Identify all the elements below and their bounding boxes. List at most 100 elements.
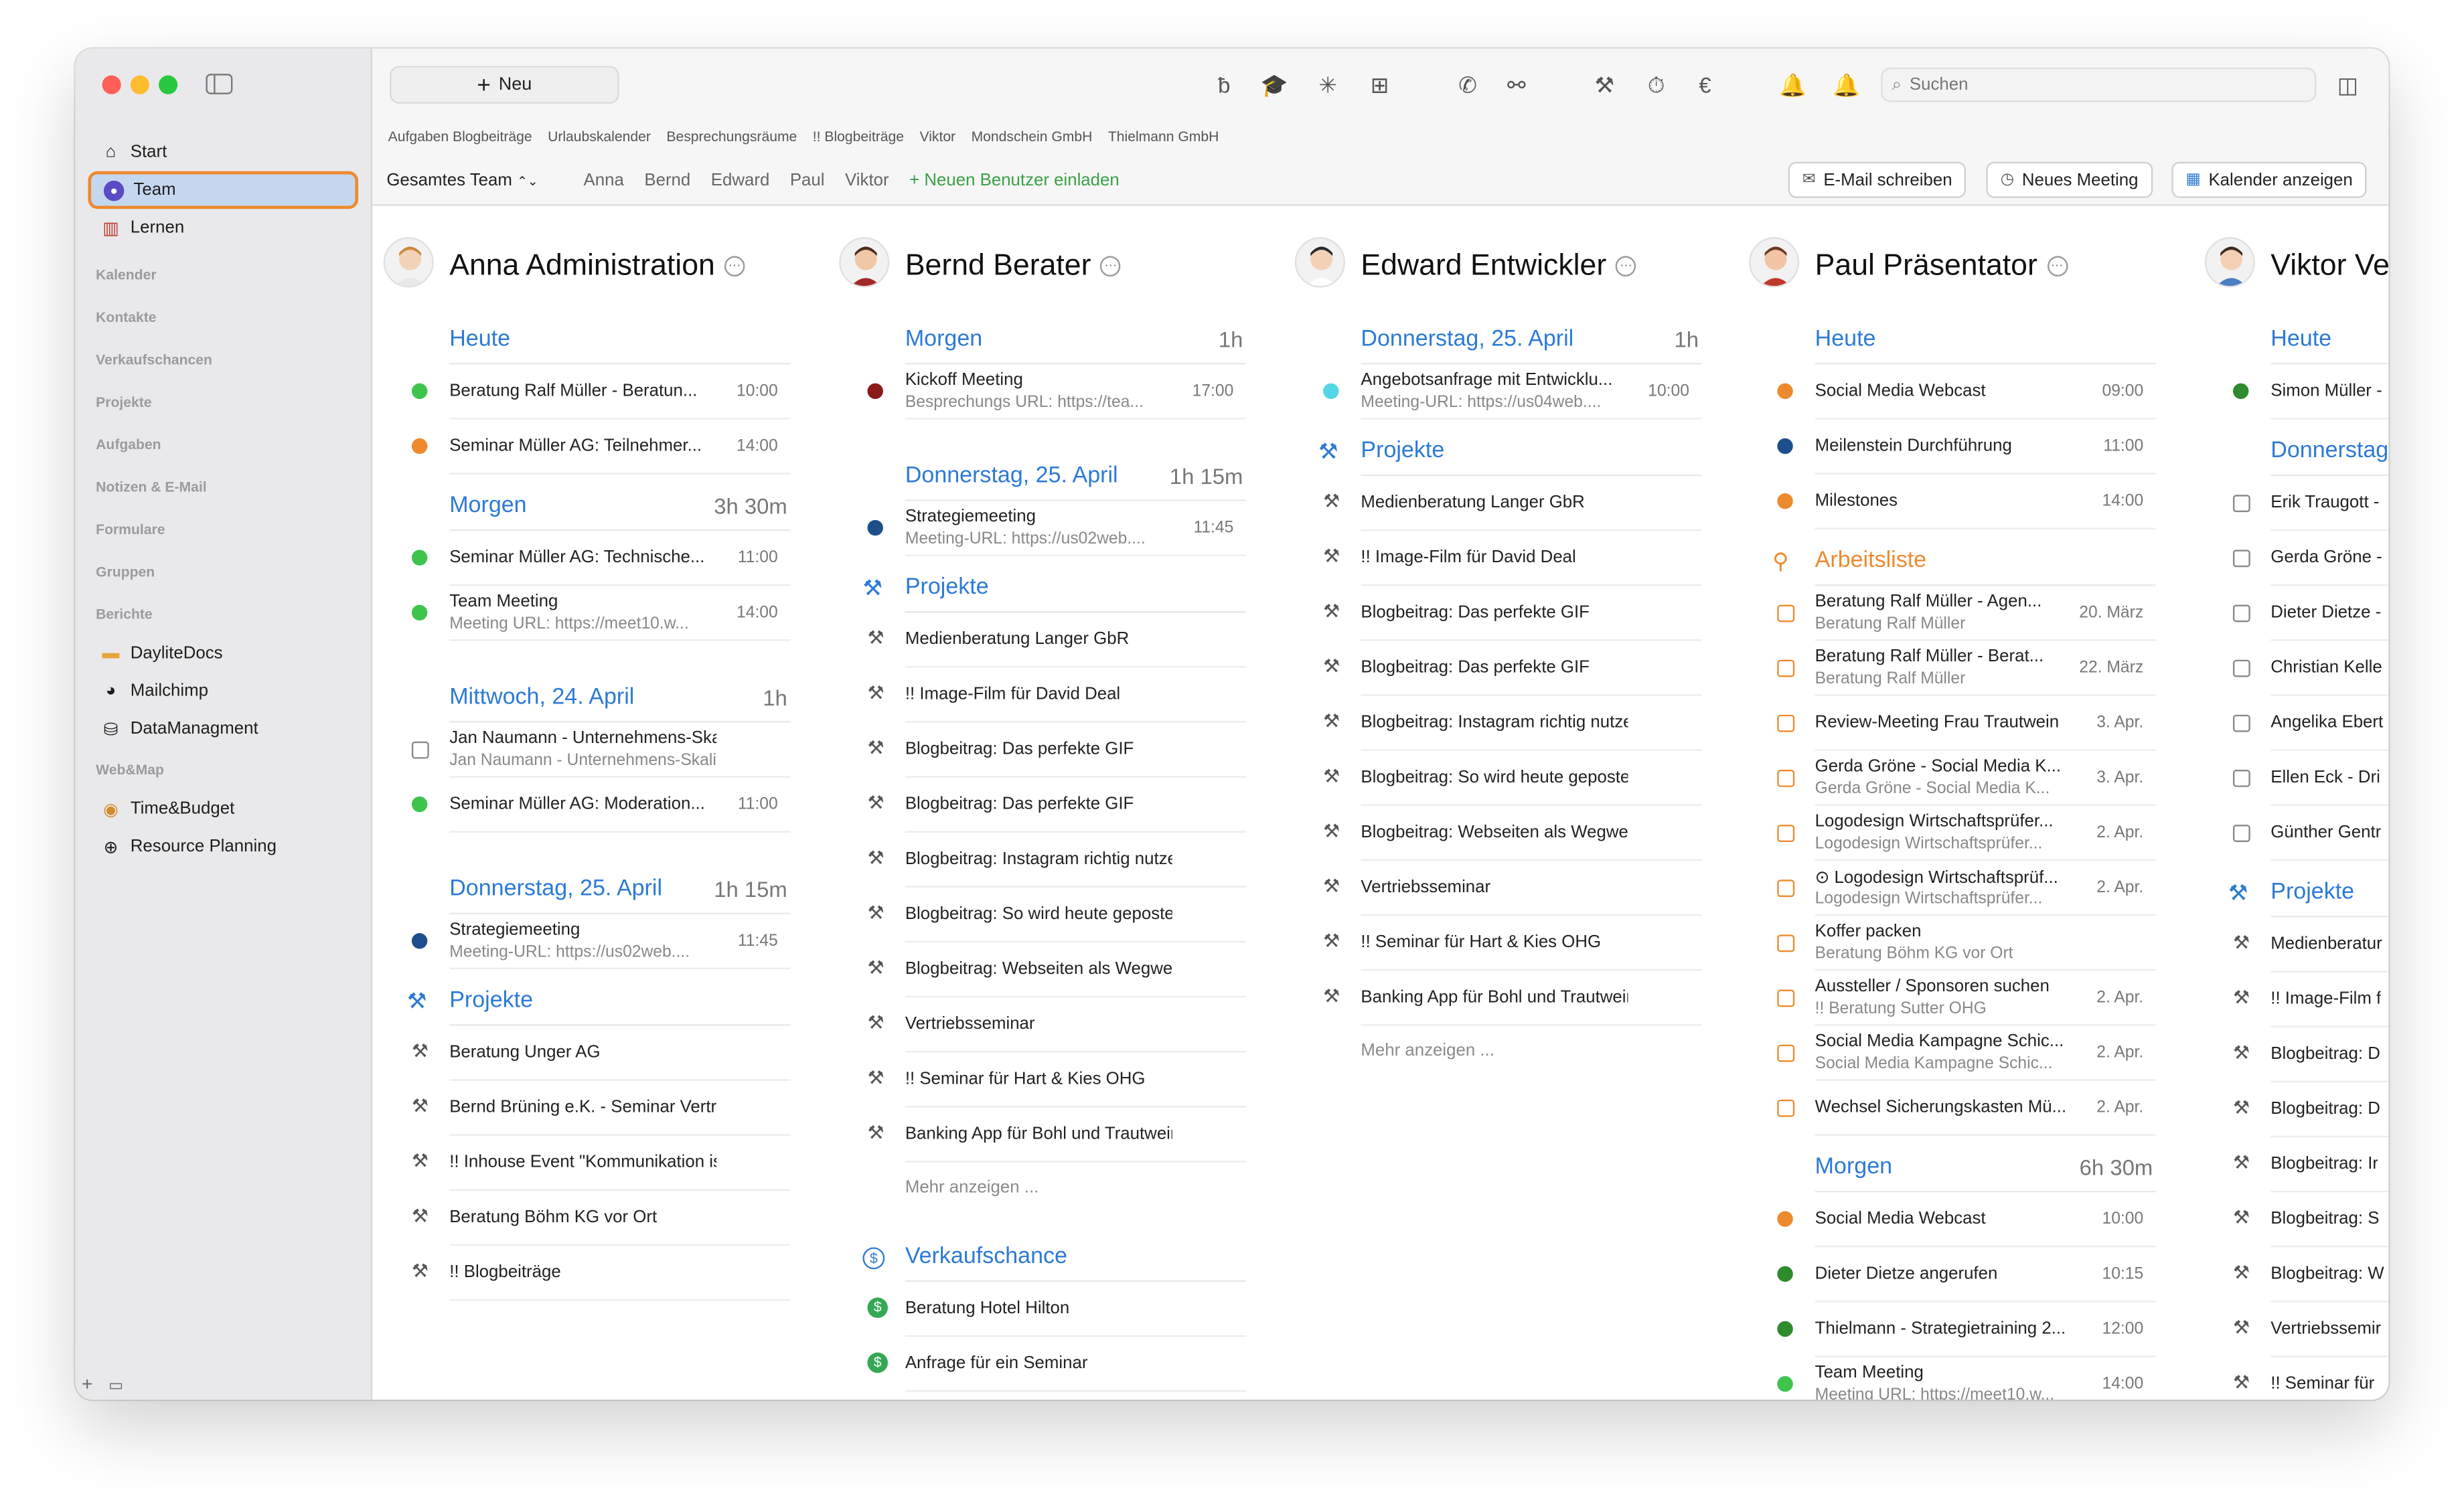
list-item[interactable]: ⚒ !! Image-Film für David Deal — [1323, 531, 1702, 586]
task-checkbox[interactable] — [2232, 659, 2250, 677]
list-item[interactable]: ⚒ Blogbeitrag: W — [2233, 1247, 2389, 1303]
zoom-window-button[interactable] — [159, 75, 178, 94]
sidebar-item-team[interactable]: ● Team — [88, 171, 359, 210]
list-item[interactable]: ⚒ !! Image-Film f — [2233, 973, 2389, 1027]
list-item[interactable]: Dieter Dietze angerufen 10:15 — [1777, 1247, 2156, 1303]
task-checkbox[interactable] — [1777, 1099, 1795, 1117]
sidebar-item-start[interactable]: ⌂ Start — [76, 133, 373, 171]
more-options-icon[interactable]: ··· — [2046, 256, 2068, 277]
list-item[interactable]: Kickoff Meeting Besprechungs URL: https:/… — [867, 364, 1247, 420]
member-name[interactable]: Anna Administration ··· — [449, 250, 745, 284]
list-item[interactable]: ⚒ Blogbeitrag: D — [2233, 1082, 2389, 1138]
list-item[interactable]: ⚒ Blogbeitrag: Das perfekte GIF — [1323, 641, 1702, 696]
section-header[interactable]: Heute — [2270, 308, 2389, 365]
task-checkbox[interactable] — [1777, 880, 1795, 898]
list-item[interactable]: $Medienberatung Bohl OHG — [905, 1392, 1246, 1400]
list-item[interactable]: ⚒ Blogbeitrag: So wird heute gepostet — [867, 888, 1247, 943]
list-item[interactable]: Wechsel Sicherungskasten Mü... 2. Apr. — [1777, 1081, 2156, 1136]
list-item[interactable]: ⚒ !! Seminar für Hart & Kies OHG — [867, 1052, 1247, 1108]
calendar-small-icon[interactable]: ▭ — [108, 1378, 123, 1395]
task-checkbox[interactable] — [1777, 825, 1795, 842]
close-window-button[interactable] — [102, 75, 121, 94]
member-name[interactable]: Paul Präsentator ··· — [1815, 250, 2068, 284]
show-more-link[interactable]: Mehr anzeigen ... — [905, 1163, 1263, 1210]
list-item[interactable]: ⚒ Banking App für Bohl und Trautwein — [1323, 971, 1702, 1026]
list-item[interactable]: ⊙ Logodesign Wirtschaftsprüf... Logodesig… — [1777, 861, 2156, 916]
minimize-window-button[interactable] — [130, 75, 149, 94]
list-item[interactable]: Team Meeting Meeting URL: https://meet10.… — [1777, 1357, 2156, 1400]
list-item[interactable]: Thielmann - Strategietraining 2... 12:00 — [1777, 1303, 2156, 1357]
list-item[interactable]: $ Beratung Hotel Hilton — [867, 1282, 1247, 1337]
sidebar-item-timebudget[interactable]: ◉ Time&Budget — [76, 790, 373, 827]
section-header[interactable]: ⚒ Projekte — [2228, 861, 2389, 918]
list-item[interactable]: Günther Gentr — [2232, 806, 2389, 861]
section-header[interactable]: Heute — [1815, 308, 2156, 365]
task-checkbox[interactable] — [2232, 825, 2250, 842]
list-item[interactable]: ⚒ Medienberatur — [2233, 918, 2389, 973]
section-header[interactable]: Morgen 6h 30m — [1815, 1136, 2156, 1193]
list-item[interactable]: Christian Kelle — [2232, 641, 2389, 696]
sidebar-section-kontakte[interactable]: Kontakte — [76, 295, 373, 337]
section-header[interactable]: ⚒ Projekte — [862, 556, 1247, 613]
list-item[interactable]: Koffer packen Beratung Böhm KG vor Ort — [1777, 916, 2156, 971]
more-options-icon[interactable]: ··· — [724, 256, 745, 277]
list-item[interactable]: Review-Meeting Frau Trautwein 3. Apr. — [1777, 696, 2156, 751]
list-item[interactable]: Logodesign Wirtschaftsprüfer... Logodesig… — [1777, 806, 2156, 861]
list-item[interactable]: ⚒ !! Blogbeiträge — [412, 1246, 791, 1301]
sidebar-section-webmap[interactable]: Web&Map — [76, 748, 373, 790]
section-header[interactable]: ⚒ Projekte — [407, 969, 791, 1026]
avatar[interactable] — [839, 237, 890, 288]
list-item[interactable]: ⚒ Blogbeitrag: Instagram richtig nutzen — [867, 833, 1247, 888]
section-header[interactable]: Donnerstag, 25. April 1h — [1361, 308, 1702, 365]
list-item[interactable]: ⚒ Vertriebssemir — [2233, 1303, 2389, 1357]
avatar[interactable] — [1749, 237, 1800, 288]
list-item[interactable]: ⚒ Blogbeitrag: S — [2233, 1192, 2389, 1248]
avatar[interactable] — [383, 237, 434, 288]
show-more-link[interactable]: Mehr anzeigen ... — [1361, 1026, 1719, 1073]
sidebar-section-kalender[interactable]: Kalender — [76, 253, 373, 295]
sidebar-section-aufgaben[interactable]: Aufgaben — [76, 422, 373, 465]
task-checkbox[interactable] — [2232, 550, 2250, 568]
member-name[interactable]: Edward Entwickler ··· — [1361, 250, 1636, 284]
task-checkbox[interactable] — [1777, 604, 1795, 622]
list-item[interactable]: Simon Müller - — [2232, 364, 2389, 420]
section-header[interactable]: Morgen 3h 30m — [449, 475, 791, 531]
list-item[interactable]: Seminar Müller AG: Technische... 11:00 — [411, 531, 791, 586]
task-checkbox[interactable] — [1777, 659, 1795, 677]
list-item[interactable]: Aussteller / Sponsoren suchen !! Beratung… — [1777, 971, 2156, 1026]
sidebar-section-formulare[interactable]: Formulare — [76, 507, 373, 550]
section-header[interactable]: $ Verkaufschance — [862, 1226, 1247, 1282]
task-checkbox[interactable] — [2232, 495, 2250, 513]
list-item[interactable]: Strategiemeeting Meeting-URL: https://us0… — [411, 914, 791, 970]
list-item[interactable]: ⚒ Blogbeitrag: Ir — [2233, 1137, 2389, 1193]
sidebar-section-berichte[interactable]: Berichte — [76, 592, 373, 635]
list-item[interactable]: ⚒ Blogbeitrag: So wird heute gepostet — [1323, 751, 1702, 806]
list-item[interactable]: ⚒ Blogbeitrag: Instagram richtig nutzen — [1323, 696, 1702, 751]
task-checkbox[interactable] — [1777, 769, 1795, 787]
section-header[interactable]: Donnerstag — [2270, 420, 2389, 477]
list-item[interactable]: ⚒ Blogbeitrag: Webseiten als Wegweiser... — [1323, 806, 1702, 861]
list-item[interactable]: Beratung Ralf Müller - Beratun... 10:00 — [411, 364, 791, 420]
list-item[interactable]: Seminar Müller AG: Moderation... 11:00 — [411, 778, 791, 833]
sidebar-item-resource-planning[interactable]: ⊕ Resource Planning — [76, 828, 373, 865]
list-item[interactable]: $ Anfrage für ein Seminar — [867, 1337, 1247, 1392]
list-item[interactable]: Dieter Dietze - — [2232, 586, 2389, 641]
list-item[interactable]: Social Media Webcast 09:00 — [1777, 364, 2156, 420]
add-icon[interactable]: + — [82, 1373, 92, 1395]
list-item[interactable]: Angebotsanfrage mit Entwicklu... Meeting-… — [1323, 364, 1702, 420]
list-item[interactable]: Milestones 14:00 — [1777, 475, 2156, 529]
more-options-icon[interactable]: ··· — [1616, 256, 1636, 277]
task-checkbox[interactable] — [411, 741, 429, 759]
avatar[interactable] — [1294, 237, 1345, 288]
sidebar-section-verkaufschancen[interactable]: Verkaufschancen — [76, 338, 373, 380]
sidebar-item-daylitedocs[interactable]: ▬ DayliteDocs — [76, 635, 373, 672]
list-item[interactable]: Seminar Müller AG: Teilnehmer... 14:00 — [411, 420, 791, 475]
list-item[interactable]: ⚒ Medienberatung Langer GbR — [1323, 476, 1702, 531]
list-item[interactable]: ⚒ Banking App für Bohl und Trautwein — [867, 1108, 1247, 1163]
sidebar-section-notizen[interactable]: Notizen & E-Mail — [76, 465, 373, 507]
list-item[interactable]: Gerda Gröne - Social Media K... Gerda Grö… — [1777, 751, 2156, 806]
list-item[interactable]: ⚒ Blogbeitrag: Webseiten als Wegweiser... — [867, 942, 1247, 998]
list-item[interactable]: Beratung Ralf Müller - Agen... Beratung R… — [1777, 586, 2156, 641]
task-checkbox[interactable] — [1777, 934, 1795, 952]
sidebar-item-lernen[interactable]: ▥ Lernen — [76, 209, 373, 246]
